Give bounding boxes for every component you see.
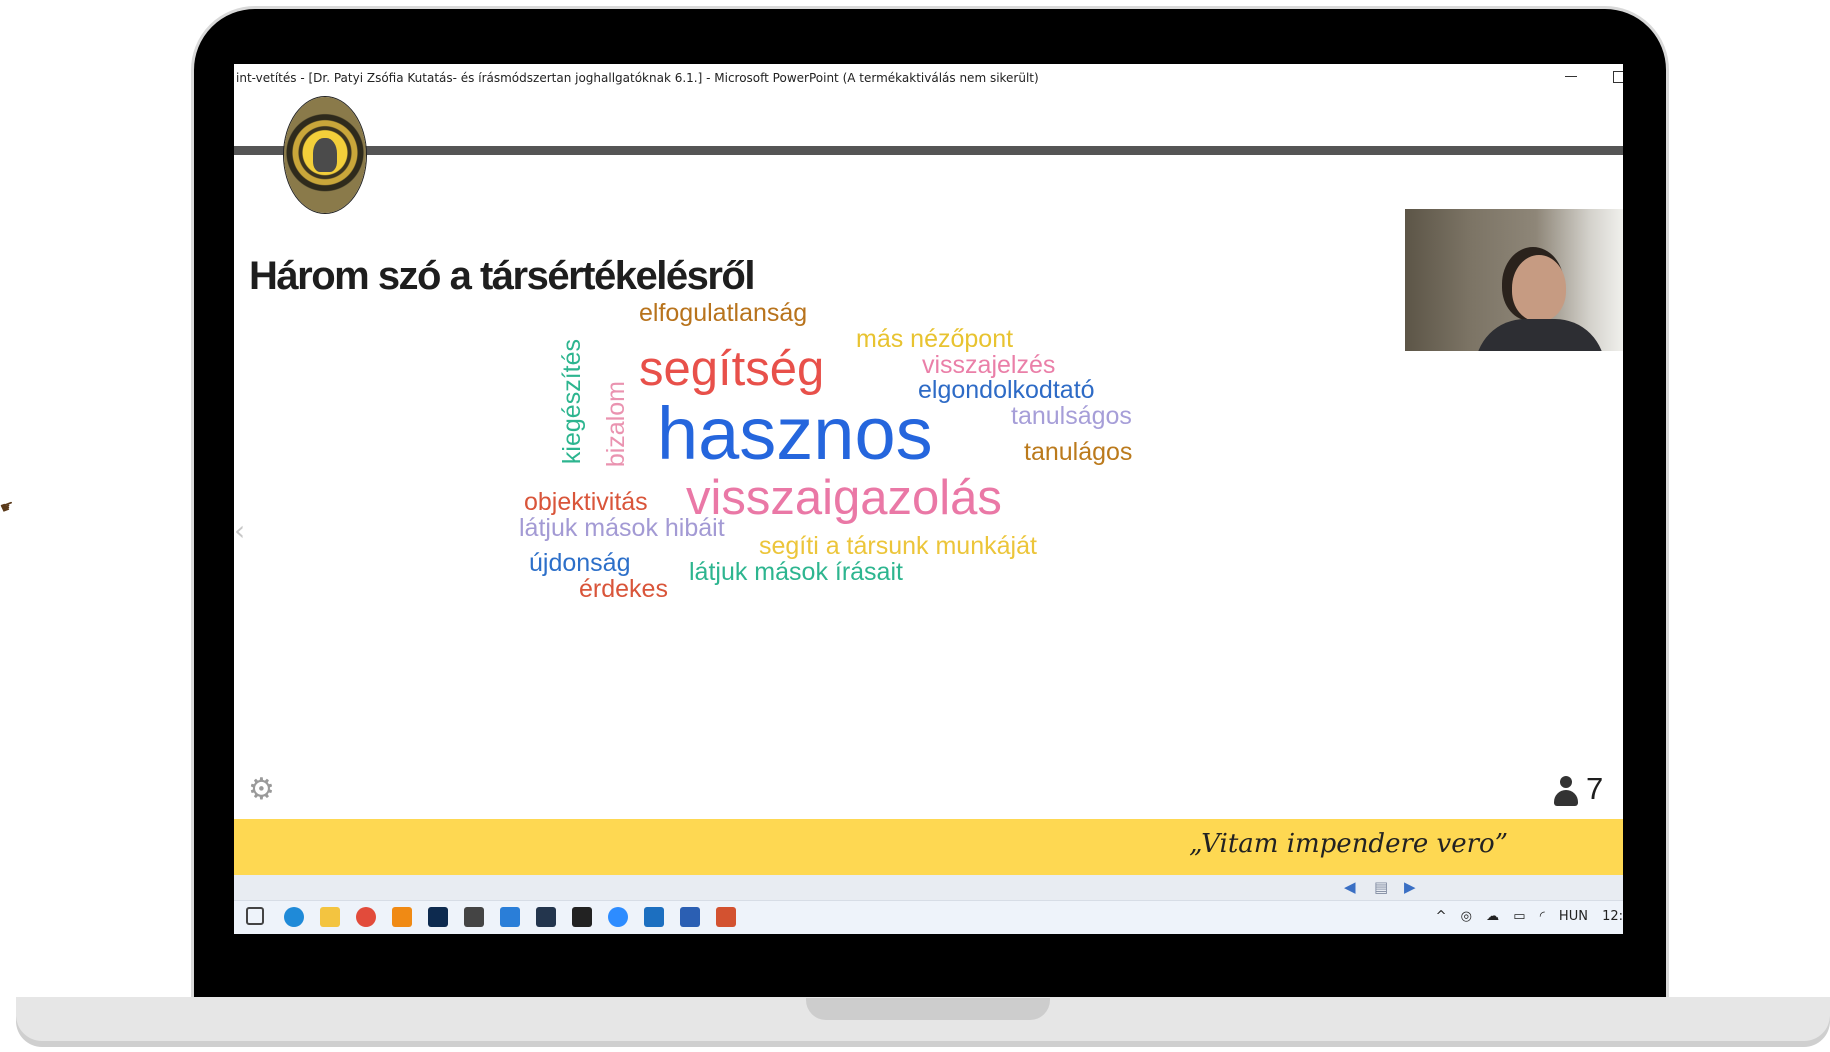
cloud-icon[interactable]: ☁: [1486, 909, 1499, 924]
lightroom-icon[interactable]: [536, 907, 556, 927]
word-objektivitas: objektivitás: [524, 488, 648, 516]
presenter-body: [1475, 319, 1605, 351]
next-slide-icon[interactable]: ▶: [1404, 878, 1416, 896]
system-tray: ^ ◎ ☁ ▭ ◜ HUN 12:: [1426, 909, 1623, 924]
hand-cursor-icon: ☛: [0, 495, 18, 518]
store-icon[interactable]: [464, 907, 484, 927]
chrome-icon[interactable]: [356, 907, 376, 927]
word-mas-nezopont: más nézőpont: [856, 325, 1014, 353]
vlc-icon[interactable]: [392, 907, 412, 927]
participants-count: 7: [1586, 771, 1604, 806]
media-player-icon[interactable]: [572, 907, 592, 927]
word-ujdonsag: újdonság: [529, 549, 631, 577]
crest-figure: [313, 138, 337, 172]
window-title: int-vetítés - [Dr. Patyi Zsófia Kutatás-…: [236, 71, 1039, 85]
task-view-icon[interactable]: [246, 907, 264, 925]
person-icon: [1554, 775, 1578, 806]
photos-icon[interactable]: [644, 907, 664, 927]
edge-icon[interactable]: [284, 907, 304, 927]
mail-icon[interactable]: [500, 907, 520, 927]
language-indicator[interactable]: HUN: [1559, 909, 1588, 924]
slide-menu-icon[interactable]: ▤: [1374, 878, 1388, 896]
minimize-button[interactable]: [1565, 64, 1579, 92]
slide-title: Három szó a társértékelésről: [249, 254, 755, 298]
screen: int-vetítés - [Dr. Patyi Zsófia Kutatás-…: [234, 64, 1623, 934]
wifi-icon[interactable]: ◜: [1540, 909, 1545, 924]
laptop-notch: [806, 998, 1050, 1020]
zoom-icon[interactable]: [608, 907, 628, 927]
word-latjuk-masok-hibait: látjuk mások hibáit: [519, 514, 725, 542]
webcam-video[interactable]: [1405, 209, 1623, 351]
slideshow-nav-bar: ◀ ▤ ▶: [234, 875, 1623, 900]
word-visszaigazolas: visszaigazolás: [686, 471, 1002, 525]
word-hasznos: hasznos: [657, 392, 933, 475]
participants-counter: 7: [1554, 771, 1603, 807]
word-erdekes: érdekes: [579, 575, 668, 603]
word-elfogulatlansag: elfogulatlanság: [639, 299, 808, 327]
presenter-head: [1512, 255, 1566, 321]
word-kiegeszites: kiegészítés: [558, 339, 586, 465]
word-segitseg: segítség: [639, 342, 825, 396]
word-elgondolkodtato: elgondolkodtató: [918, 376, 1095, 404]
word-visszajelzes: visszajelzés: [922, 351, 1056, 379]
slide-motto: „Vitam impendere vero”: [1189, 829, 1508, 859]
word-tanulagos: tanulágos: [1024, 438, 1133, 466]
clock[interactable]: 12:: [1602, 909, 1623, 924]
slide-footer-band: „Vitam impendere vero”: [234, 819, 1623, 875]
chevron-up-icon[interactable]: ^: [1436, 909, 1447, 924]
word-segiti-a-tarsunk-munkajat: segíti a társunk munkáját: [759, 532, 1037, 560]
maximize-button[interactable]: [1613, 71, 1623, 83]
windows-taskbar: ^ ◎ ☁ ▭ ◜ HUN 12:: [234, 900, 1623, 934]
photoshop-icon[interactable]: [428, 907, 448, 927]
window-titlebar: int-vetítés - [Dr. Patyi Zsófia Kutatás-…: [234, 64, 1623, 92]
meet-icon[interactable]: ◎: [1461, 909, 1472, 924]
chevron-left-icon[interactable]: ‹: [234, 514, 245, 547]
file-explorer-icon[interactable]: [320, 907, 340, 927]
word-latjuk-masok-irasait: látjuk mások írásait: [689, 558, 903, 586]
word-icon[interactable]: [680, 907, 700, 927]
word-bizalom: bizalom: [602, 381, 630, 468]
gear-icon[interactable]: ⚙: [248, 772, 275, 807]
slide-header-bar: [234, 146, 1623, 155]
powerpoint-icon[interactable]: [716, 907, 736, 927]
previous-slide-icon[interactable]: ◀: [1344, 878, 1356, 896]
university-crest-logo: [284, 97, 366, 213]
battery-icon[interactable]: ▭: [1513, 909, 1525, 924]
word-tanulsagos: tanulságos: [1011, 402, 1132, 430]
